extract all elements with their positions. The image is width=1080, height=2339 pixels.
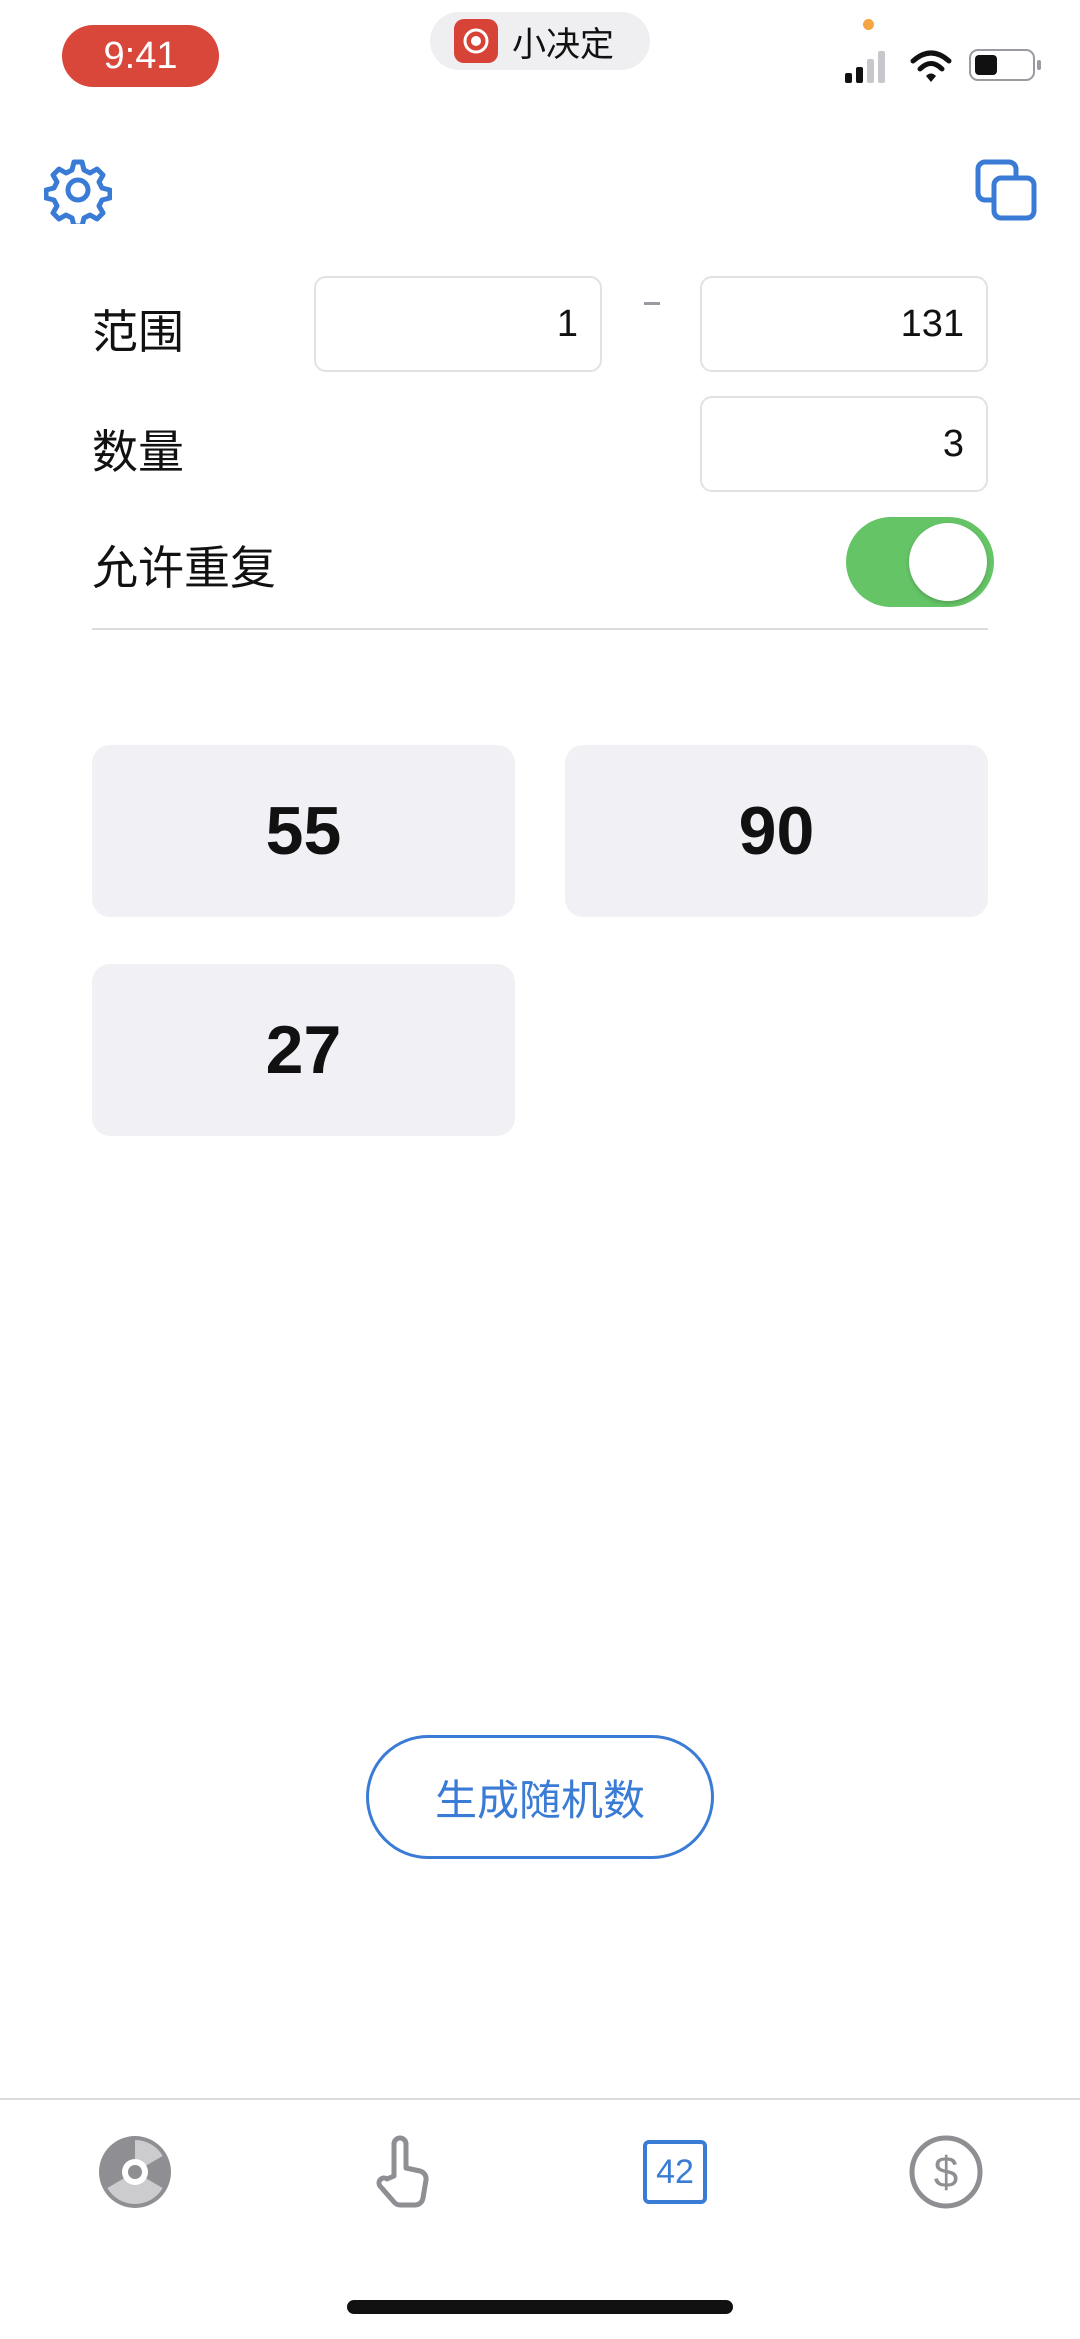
app-logo-icon bbox=[454, 19, 498, 63]
toggle-knob bbox=[909, 523, 987, 601]
range-label: 范围 bbox=[92, 305, 184, 359]
range-max-field[interactable]: 131 bbox=[700, 276, 988, 372]
copy-icon[interactable] bbox=[972, 156, 1040, 224]
privacy-indicator-dot bbox=[863, 19, 874, 30]
number-icon[interactable]: 42 bbox=[643, 2140, 707, 2204]
tap-hand-icon[interactable] bbox=[366, 2132, 446, 2212]
svg-text:$: $ bbox=[934, 2148, 958, 2197]
result-card: 55 bbox=[92, 745, 515, 917]
allow-repeat-label: 允许重复 bbox=[92, 541, 276, 595]
status-time: 9:41 bbox=[62, 25, 219, 87]
gear-icon[interactable] bbox=[43, 156, 113, 229]
app-name: 小决定 bbox=[512, 24, 614, 65]
result-card: 27 bbox=[92, 964, 515, 1136]
signal-icon bbox=[845, 51, 885, 83]
wifi-icon bbox=[910, 50, 952, 82]
home-indicator bbox=[347, 2300, 733, 2314]
screen: 9:41 小决定 范围 1 131 数量 3 允许重复 55 90 27 生成随… bbox=[0, 0, 1080, 2339]
app-indicator[interactable]: 小决定 bbox=[430, 12, 650, 70]
allow-repeat-toggle[interactable] bbox=[846, 517, 994, 607]
dollar-coin-icon[interactable]: $ bbox=[906, 2132, 986, 2212]
range-separator bbox=[644, 302, 660, 305]
range-min-field[interactable]: 1 bbox=[314, 276, 602, 372]
status-icons bbox=[845, 45, 1045, 85]
count-label: 数量 bbox=[92, 425, 184, 479]
tab-bar-divider bbox=[0, 2098, 1080, 2100]
divider bbox=[92, 628, 988, 630]
wheel-icon[interactable] bbox=[95, 2132, 175, 2212]
battery-icon bbox=[969, 49, 1041, 81]
result-card: 90 bbox=[565, 745, 988, 917]
generate-random-button[interactable]: 生成随机数 bbox=[366, 1735, 714, 1859]
count-field[interactable]: 3 bbox=[700, 396, 988, 492]
